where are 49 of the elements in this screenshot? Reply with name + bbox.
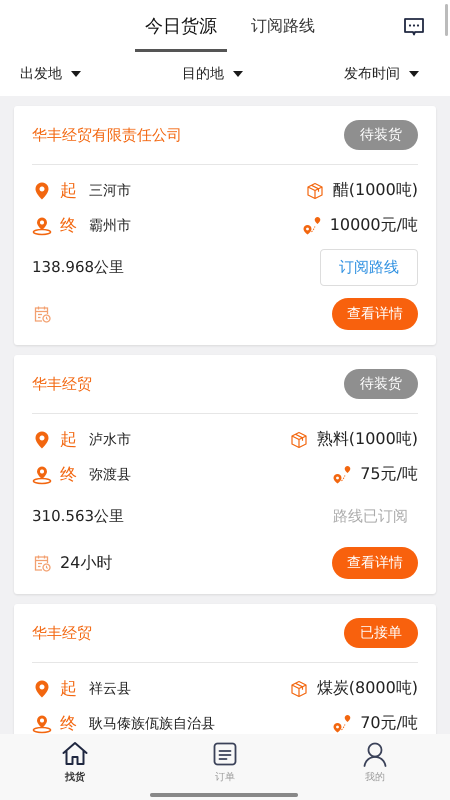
price-text: 75元/吨 bbox=[360, 464, 418, 485]
start-label: 起 bbox=[60, 180, 77, 202]
distance-text: 138.968公里 bbox=[32, 258, 124, 276]
box-icon bbox=[288, 430, 309, 450]
scrollbar bbox=[445, 4, 448, 36]
filter-dropdown[interactable]: 出发地 bbox=[20, 65, 82, 83]
goods-text: 醋(1000吨) bbox=[332, 180, 418, 201]
person-pin-icon bbox=[32, 464, 52, 484]
end-label: 终 bbox=[60, 464, 77, 486]
status-badge: 已接单 bbox=[344, 618, 418, 648]
person-pin-icon bbox=[32, 216, 52, 236]
nav-tab[interactable]: 找货 bbox=[35, 738, 115, 786]
box-icon bbox=[304, 180, 325, 200]
goods-text: 煤炭(8000吨) bbox=[316, 678, 418, 699]
tab[interactable]: 订阅路线 bbox=[241, 0, 325, 52]
caret-icon bbox=[408, 70, 420, 78]
end-city: 霸州市 bbox=[89, 216, 131, 234]
price-text: 10000元/吨 bbox=[330, 215, 418, 236]
caret-icon bbox=[232, 70, 244, 78]
calendar-clock-icon bbox=[32, 553, 52, 573]
status-badge: 待装货 bbox=[344, 120, 418, 150]
subscribed-text: 路线已订阅 bbox=[333, 506, 409, 526]
end-city: 弥渡县 bbox=[89, 466, 131, 484]
start-label: 起 bbox=[60, 429, 77, 451]
notepad-icon bbox=[211, 740, 239, 768]
status-badge: 待装货 bbox=[344, 369, 418, 399]
company-name: 华丰经贸 bbox=[32, 374, 92, 394]
filter-dropdown[interactable]: 目的地 bbox=[182, 65, 244, 83]
start-city: 三河市 bbox=[89, 182, 131, 200]
route-icon bbox=[302, 216, 322, 236]
start-label: 起 bbox=[60, 678, 77, 700]
company-name: 华丰经贸 bbox=[32, 624, 92, 642]
calendar-clock-icon bbox=[32, 304, 52, 324]
home-icon bbox=[61, 740, 89, 768]
time-text: 24小时 bbox=[60, 552, 112, 574]
person-icon bbox=[361, 740, 389, 768]
start-city: 泸水市 bbox=[89, 430, 131, 448]
goods-text: 熟料(1000吨) bbox=[316, 429, 418, 450]
start-city: 祥云县 bbox=[89, 680, 131, 698]
caret-icon bbox=[70, 70, 82, 78]
price-text: 70元/吨 bbox=[360, 713, 418, 734]
route-icon bbox=[332, 464, 352, 484]
end-label: 终 bbox=[60, 215, 77, 237]
box-icon bbox=[288, 678, 309, 698]
company-name: 华丰经贸有限责任公司 bbox=[32, 126, 182, 144]
end-label: 终 bbox=[60, 713, 77, 734]
distance-text: 310.563公里 bbox=[32, 506, 124, 526]
end-city: 耿马傣族佤族自治县 bbox=[89, 714, 215, 732]
filter-dropdown[interactable]: 发布时间 bbox=[344, 65, 420, 83]
